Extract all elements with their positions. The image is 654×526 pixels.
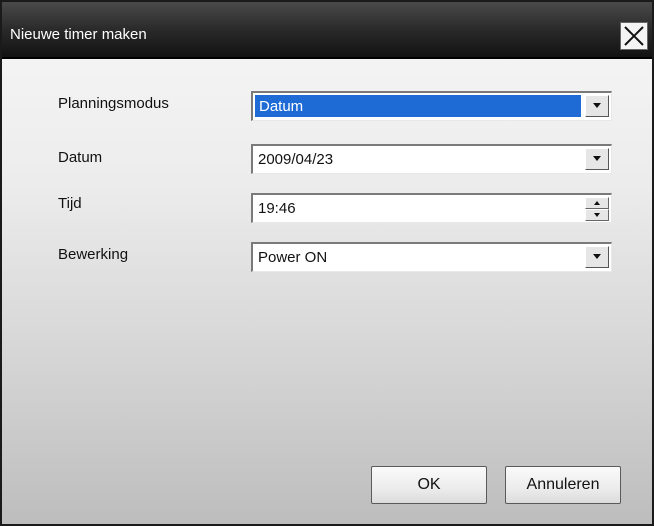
operation-label: Bewerking xyxy=(58,246,129,263)
planning-mode-dropdown-button[interactable] xyxy=(585,95,609,117)
date-dropdown-button[interactable] xyxy=(585,148,609,170)
time-spin-buttons xyxy=(585,197,609,221)
ok-button[interactable]: OK xyxy=(371,466,487,504)
arrow-up-icon xyxy=(594,201,600,205)
chevron-down-icon xyxy=(593,254,601,259)
time-decrement-button[interactable] xyxy=(585,209,609,221)
title-bar[interactable]: Nieuwe timer maken xyxy=(2,2,652,59)
new-timer-dialog: Nieuwe timer maken Planningsmodus Datum … xyxy=(0,0,654,526)
selection-highlight xyxy=(255,95,581,117)
close-button[interactable] xyxy=(620,22,648,50)
time-label: Tijd xyxy=(58,195,82,212)
chevron-down-icon xyxy=(593,156,601,161)
time-value[interactable]: 19:46 xyxy=(258,200,296,217)
date-select[interactable]: 2009/04/23 xyxy=(251,144,612,174)
operation-dropdown-button[interactable] xyxy=(585,246,609,268)
window-title: Nieuwe timer maken xyxy=(10,26,147,43)
time-spinner[interactable]: 19:46 xyxy=(251,193,612,223)
planning-mode-select[interactable]: Datum xyxy=(251,91,612,121)
operation-value: Power ON xyxy=(258,249,328,266)
date-label: Datum xyxy=(58,149,103,166)
planning-mode-label: Planningsmodus xyxy=(58,95,169,112)
cancel-button[interactable]: Annuleren xyxy=(505,466,621,504)
planning-mode-value: Datum xyxy=(259,98,304,115)
date-value: 2009/04/23 xyxy=(258,151,334,168)
time-increment-button[interactable] xyxy=(585,197,609,209)
arrow-down-icon xyxy=(594,213,600,217)
operation-select[interactable]: Power ON xyxy=(251,242,612,272)
close-icon xyxy=(624,26,644,46)
chevron-down-icon xyxy=(593,103,601,108)
